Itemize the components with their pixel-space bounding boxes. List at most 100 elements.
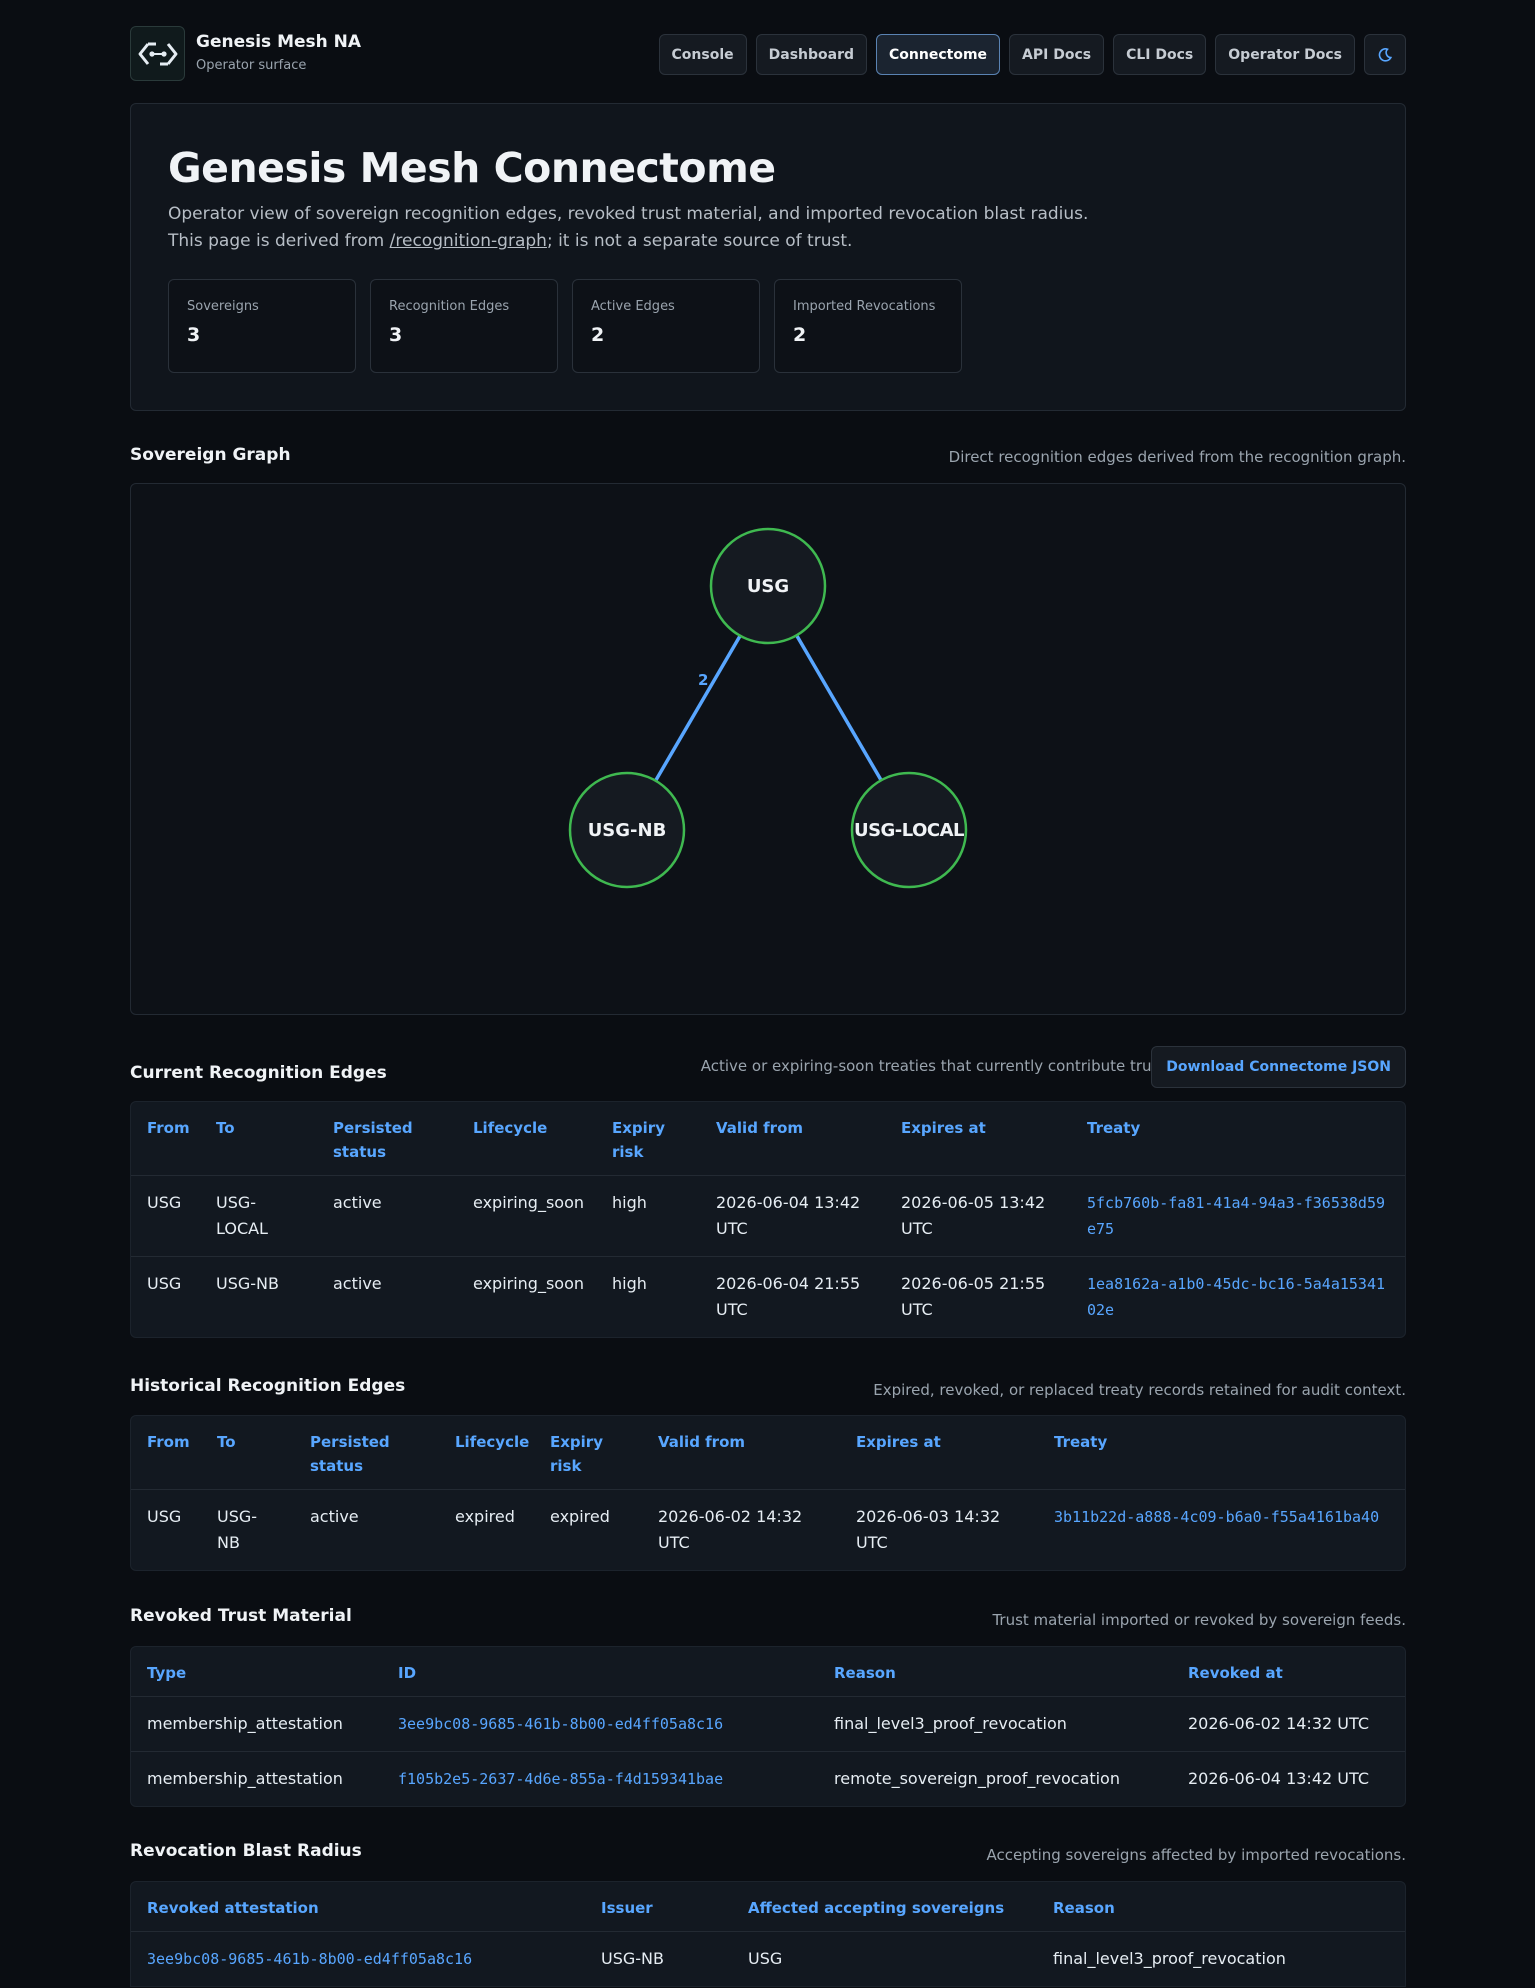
column-header: Reason — [1053, 1899, 1115, 1917]
column-header: Persisted status — [333, 1119, 413, 1161]
historical-edges-title: Historical Recognition Edges — [130, 1376, 406, 1396]
stat-recognition-edges: Recognition Edges 3 — [370, 279, 558, 373]
cell-reason: final_level3_proof_revocation — [818, 1696, 1172, 1752]
blast-table: Revoked attestation Issuer Affected acce… — [130, 1881, 1406, 1987]
graph-section-note: Direct recognition edges derived from th… — [948, 448, 1406, 466]
cell-reason: remote_sovereign_proof_revocation — [818, 1751, 1172, 1806]
revoked-note: Trust material imported or revoked by so… — [992, 1611, 1406, 1629]
theme-toggle-button[interactable] — [1364, 34, 1406, 75]
column-header: From — [147, 1119, 190, 1137]
column-header: Revoked at — [1188, 1664, 1283, 1682]
graph-node-label: USG — [747, 576, 789, 597]
table-row: USG USG-NB active expired expired 2026-0… — [131, 1489, 1405, 1570]
stat-label: Recognition Edges — [389, 299, 510, 314]
nav-operator-docs[interactable]: Operator Docs — [1215, 34, 1355, 75]
cell-to: USG-LOCAL — [200, 1175, 317, 1257]
cell-affected-sovereigns: USG — [732, 1931, 1037, 1986]
cell-to: USG-NB — [201, 1489, 294, 1570]
stat-sovereigns: Sovereigns 3 — [168, 279, 356, 373]
column-header: Revoked attestation — [147, 1899, 319, 1917]
graph-node-usg-local[interactable]: USG-LOCAL — [850, 771, 968, 889]
column-header: Treaty — [1087, 1119, 1141, 1137]
column-header: Treaty — [1054, 1433, 1108, 1451]
cell-lifecycle: expired — [439, 1489, 534, 1570]
revoked-table: Type ID Reason Revoked at membership_att… — [130, 1646, 1406, 1807]
graph-node-usg[interactable]: USG — [709, 527, 827, 645]
revoked-id-link[interactable]: 3ee9bc08-9685-461b-8b00-ed4ff05a8c16 — [382, 1696, 818, 1752]
treaty-id-link[interactable]: 5fcb760b-fa81-41a4-94a3-f36538d59e75 — [1071, 1175, 1405, 1257]
nav-console[interactable]: Console — [658, 34, 747, 75]
graph-section-title: Sovereign Graph — [130, 445, 291, 465]
stat-label: Sovereigns — [187, 299, 259, 314]
column-header: Valid from — [716, 1119, 804, 1137]
stat-label: Active Edges — [591, 299, 675, 314]
nav-dashboard[interactable]: Dashboard — [755, 34, 868, 75]
graph-edge-usg-usg-local[interactable] — [795, 635, 883, 781]
column-header: ID — [398, 1664, 417, 1682]
brand-title: Genesis Mesh NA — [196, 32, 362, 52]
source-note-prefix: This page is derived from — [168, 231, 390, 251]
column-header: Lifecycle — [455, 1433, 530, 1451]
nav-api-docs[interactable]: API Docs — [1009, 34, 1105, 75]
stat-active-edges: Active Edges 2 — [572, 279, 760, 373]
revoked-id-link[interactable]: f105b2e5-2637-4d6e-855a-f4d159341bae — [382, 1751, 818, 1806]
table-header-row: From To Persisted status Lifecycle Expir… — [131, 1102, 1405, 1176]
blast-title: Revocation Blast Radius — [130, 1841, 362, 1861]
brand-subtitle: Operator surface — [196, 58, 307, 73]
moon-icon — [1378, 47, 1393, 62]
treaty-id-link[interactable]: 3b11b22d-a888-4c09-b6a0-f55a4161ba40 — [1038, 1489, 1405, 1570]
column-header: Type — [147, 1664, 187, 1682]
cell-status: active — [317, 1256, 457, 1337]
table-row: membership_attestation 3ee9bc08-9685-461… — [131, 1696, 1405, 1752]
logo[interactable] — [130, 26, 185, 81]
cell-lifecycle: expiring_soon — [457, 1175, 596, 1257]
graph-node-label: USG-LOCAL — [854, 820, 964, 841]
table-row: USG USG-LOCAL active expiring_soon high … — [131, 1175, 1405, 1257]
graph-edge-usg-usg-nb[interactable] — [654, 635, 742, 781]
cell-expiry-risk: expired — [534, 1489, 642, 1570]
column-header: Valid from — [658, 1433, 746, 1451]
historical-edges-note: Expired, revoked, or replaced treaty rec… — [873, 1381, 1406, 1399]
table-row: USG USG-NB active expiring_soon high 202… — [131, 1256, 1405, 1337]
page-title: Genesis Mesh Connectome — [168, 144, 776, 192]
recognition-graph-link[interactable]: /recognition-graph — [390, 231, 547, 251]
stat-imported-revocations: Imported Revocations 2 — [774, 279, 962, 373]
cell-revoked-at: 2026-06-04 13:42 UTC — [1172, 1751, 1405, 1806]
column-header: Expires at — [856, 1433, 941, 1451]
cell-expires-at: 2026-06-03 14:32 UTC — [840, 1489, 1038, 1570]
nav-cli-docs[interactable]: CLI Docs — [1113, 34, 1207, 75]
cell-status: active — [294, 1489, 439, 1570]
nav-connectome[interactable]: Connectome — [876, 34, 1001, 75]
mesh-logo-icon — [138, 42, 177, 65]
stat-value: 3 — [389, 324, 403, 346]
top-bar: Genesis Mesh NA Operator surface Console… — [130, 26, 1406, 82]
hero-panel: Genesis Mesh Connectome Operator view of… — [130, 103, 1406, 411]
page-description: Operator view of sovereign recognition e… — [168, 204, 1089, 224]
page-source-note: This page is derived from /recognition-g… — [168, 231, 852, 251]
table-row: membership_attestation f105b2e5-2637-4d6… — [131, 1751, 1405, 1806]
current-edges-table: From To Persisted status Lifecycle Expir… — [130, 1101, 1406, 1338]
table-header-row: From To Persisted status Lifecycle Expir… — [131, 1416, 1405, 1490]
column-header: Persisted status — [310, 1433, 390, 1475]
cell-reason: final_level3_proof_revocation — [1037, 1931, 1405, 1986]
column-header: Lifecycle — [473, 1119, 548, 1137]
cell-issuer: USG-NB — [585, 1931, 732, 1986]
column-header: From — [147, 1433, 190, 1451]
download-connectome-json-button[interactable]: Download Connectome JSON — [1151, 1046, 1406, 1088]
cell-status: active — [317, 1175, 457, 1257]
cell-lifecycle: expiring_soon — [457, 1256, 596, 1337]
graph-node-usg-nb[interactable]: USG-NB — [568, 771, 686, 889]
current-edges-title: Current Recognition Edges — [130, 1063, 387, 1083]
column-header: To — [217, 1433, 236, 1451]
cell-expires-at: 2026-06-05 21:55 UTC — [885, 1256, 1071, 1337]
treaty-id-link[interactable]: 1ea8162a-a1b0-45dc-bc16-5a4a1534102e — [1071, 1256, 1405, 1337]
historical-edges-table: From To Persisted status Lifecycle Expir… — [130, 1415, 1406, 1571]
source-note-suffix: ; it is not a separate source of trust. — [546, 231, 853, 251]
column-header: Expiry risk — [612, 1119, 665, 1161]
revoked-attestation-link[interactable]: 3ee9bc08-9685-461b-8b00-ed4ff05a8c16 — [131, 1931, 585, 1986]
stat-label: Imported Revocations — [793, 299, 936, 314]
column-header: To — [216, 1119, 235, 1137]
table-header-row: Type ID Reason Revoked at — [131, 1647, 1405, 1697]
cell-to: USG-NB — [200, 1256, 317, 1337]
column-header: Reason — [834, 1664, 896, 1682]
